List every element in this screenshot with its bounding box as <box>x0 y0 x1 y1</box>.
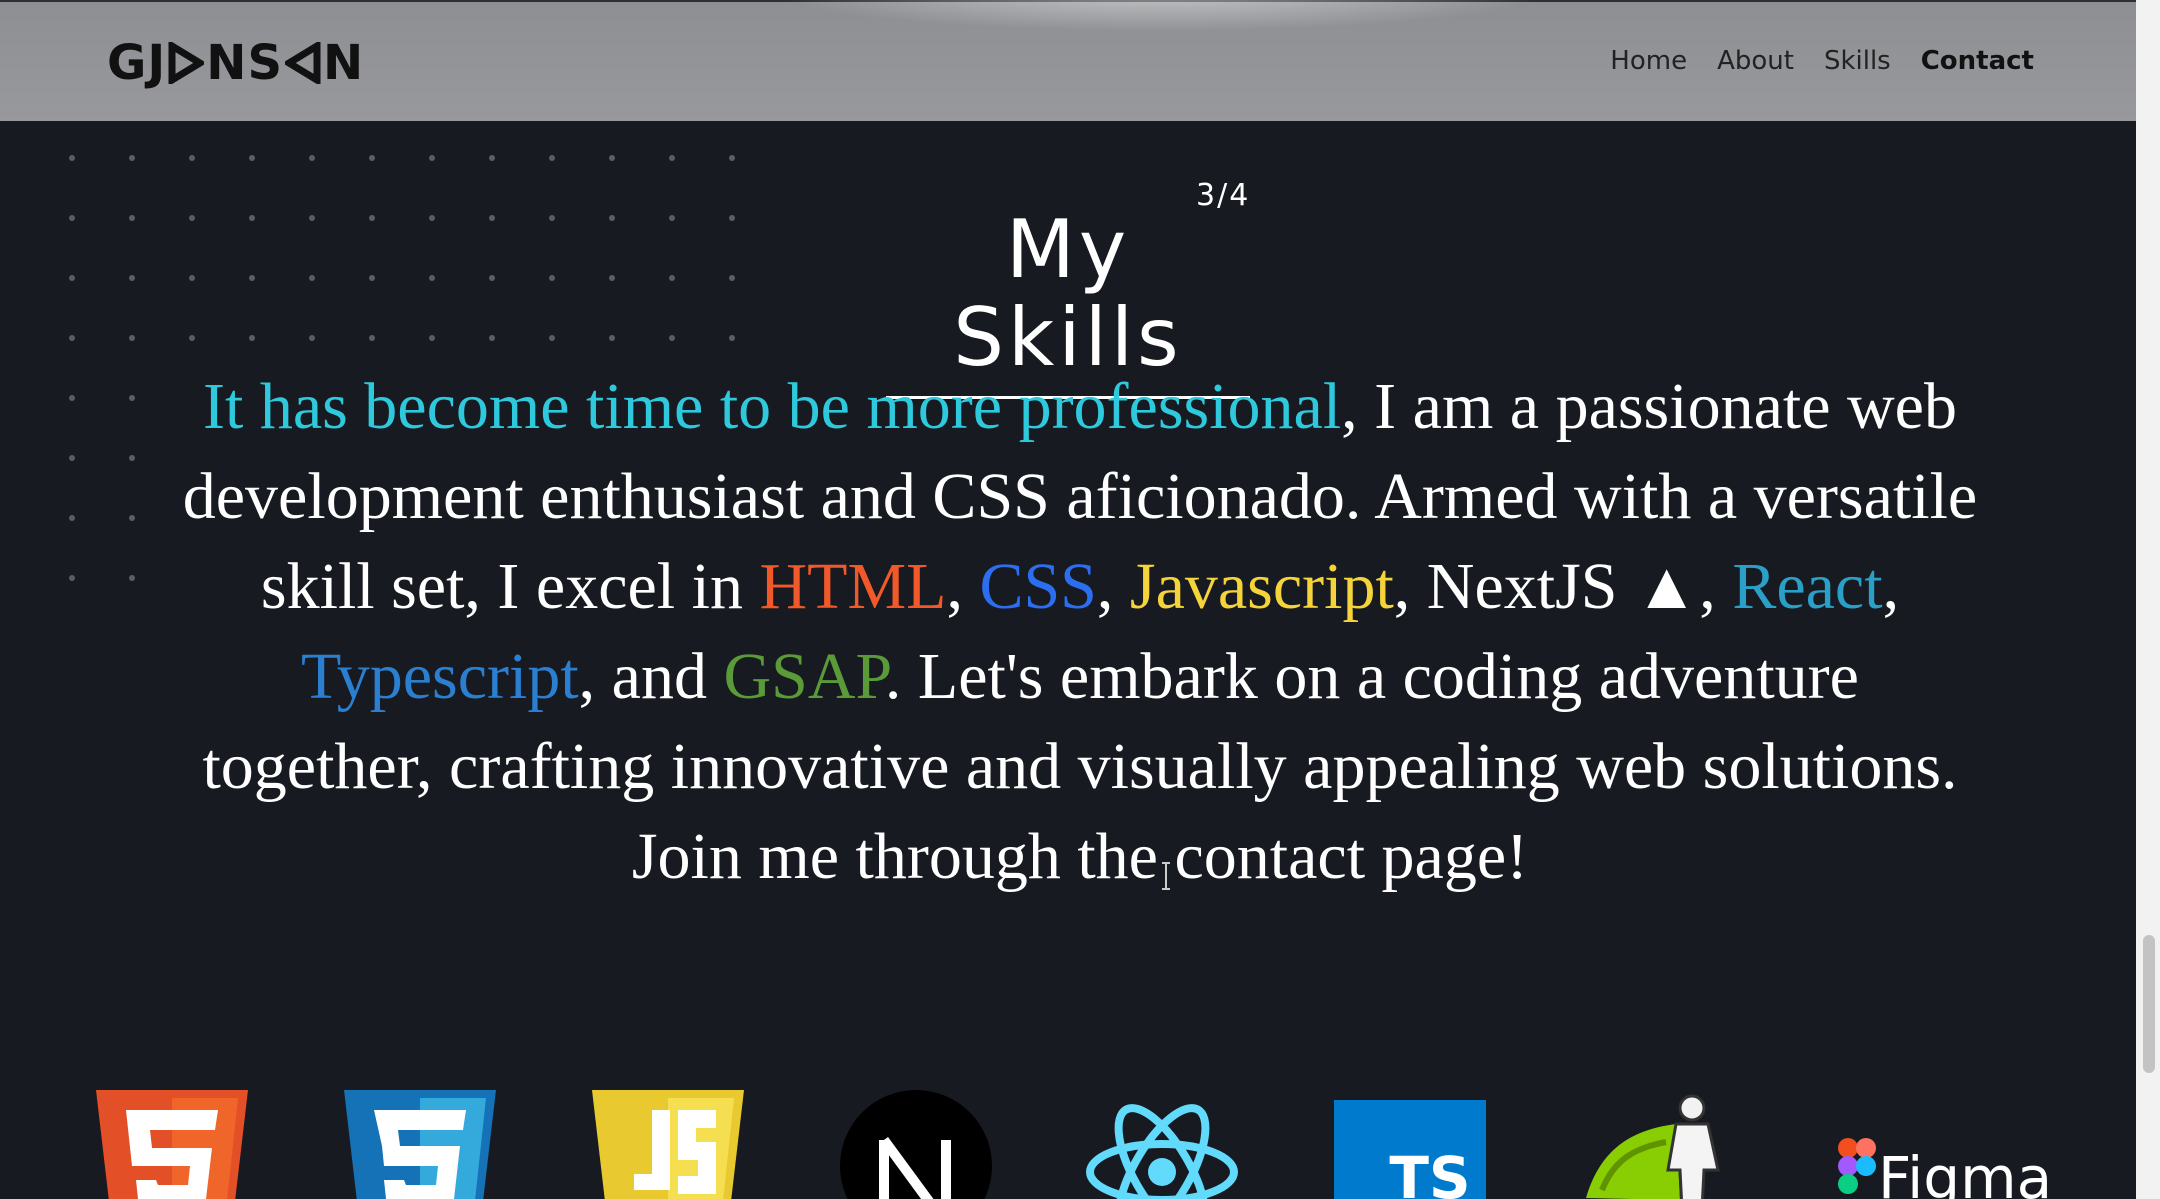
grid-dot <box>729 275 735 281</box>
logo-right-triangle-icon <box>168 42 205 84</box>
grid-dot <box>669 335 675 341</box>
html5-icon[interactable] <box>96 1090 248 1199</box>
grid-dot <box>189 275 195 281</box>
grid-dot <box>549 215 555 221</box>
grid-dot <box>189 215 195 221</box>
grid-dot <box>69 275 75 281</box>
skill-html: HTML <box>759 550 947 623</box>
logo-text-right: N <box>323 35 365 91</box>
grid-dot <box>129 455 135 461</box>
grid-dot <box>189 155 195 161</box>
tech-icon-row: TS Figma <box>0 1090 2136 1199</box>
grid-dot <box>249 215 255 221</box>
grid-dot <box>69 155 75 161</box>
grid-dot <box>249 275 255 281</box>
grid-dot <box>549 335 555 341</box>
grid-dot <box>549 155 555 161</box>
javascript-icon[interactable] <box>592 1090 744 1199</box>
figma-icon[interactable]: Figma <box>1828 1090 2048 1199</box>
grid-dot <box>369 335 375 341</box>
grid-dot <box>669 275 675 281</box>
grid-dot <box>609 275 615 281</box>
grid-dot <box>369 155 375 161</box>
skill-typescript: Typescript <box>301 640 579 713</box>
section-title: My Skills <box>953 203 1183 384</box>
grid-dot <box>489 155 495 161</box>
grid-dot <box>129 275 135 281</box>
grid-dot <box>309 275 315 281</box>
skill-gsap: GSAP <box>723 640 885 713</box>
scrollbar-thumb[interactable] <box>2143 935 2155 1073</box>
grid-dot <box>609 155 615 161</box>
grid-dot <box>429 215 435 221</box>
nextjs-icon[interactable] <box>840 1090 992 1199</box>
typescript-icon[interactable]: TS <box>1334 1090 1486 1199</box>
grid-dot <box>129 395 135 401</box>
nav-about-link[interactable]: About <box>1717 46 1794 76</box>
grid-dot <box>729 215 735 221</box>
grid-dot <box>369 215 375 221</box>
nav-contact-link[interactable]: Contact <box>1921 46 2034 76</box>
top-navbar: GJ NS N Home About Skills Contact <box>0 0 2136 121</box>
figma-icon-text: Figma <box>1878 1144 2048 1199</box>
grid-dot <box>69 215 75 221</box>
grid-dot <box>129 515 135 521</box>
nav-skills-link[interactable]: Skills <box>1824 46 1891 76</box>
grid-dot <box>369 275 375 281</box>
bio-intro: It has become time to be more profession… <box>203 370 1342 443</box>
grid-dot <box>669 215 675 221</box>
grid-dot <box>129 335 135 341</box>
grid-dot <box>189 335 195 341</box>
grid-dot <box>489 335 495 341</box>
grid-dot <box>729 155 735 161</box>
typescript-icon-text: TS <box>1389 1144 1470 1199</box>
bio-sep-5: , and <box>578 640 724 713</box>
grid-dot <box>249 155 255 161</box>
grid-dot <box>549 275 555 281</box>
grid-dot <box>429 155 435 161</box>
main-nav: Home About Skills Contact <box>1610 46 2034 76</box>
grid-dot <box>429 335 435 341</box>
site-logo[interactable]: GJ NS N <box>107 35 365 91</box>
gsap-icon[interactable] <box>1580 1090 1732 1199</box>
skills-description: It has become time to be more profession… <box>180 362 1980 902</box>
grid-dot <box>669 155 675 161</box>
grid-dot <box>69 395 75 401</box>
grid-dot <box>609 335 615 341</box>
text-cursor-icon <box>1162 862 1170 890</box>
grid-dot <box>309 335 315 341</box>
skill-css: CSS <box>979 550 1097 623</box>
grid-dot <box>729 335 735 341</box>
grid-dot <box>69 335 75 341</box>
skill-react: React <box>1732 550 1883 623</box>
page-scrollbar[interactable] <box>2136 0 2160 1199</box>
css3-icon[interactable] <box>344 1090 496 1199</box>
grid-dot <box>609 215 615 221</box>
grid-dot <box>489 275 495 281</box>
header-glow <box>760 0 1560 32</box>
grid-dot <box>69 575 75 581</box>
bio-sep-4: , <box>1882 550 1900 623</box>
grid-dot <box>129 575 135 581</box>
skill-javascript: Javascript <box>1129 550 1394 623</box>
grid-dot <box>129 155 135 161</box>
logo-text-left: GJ <box>107 35 167 91</box>
grid-dot <box>69 455 75 461</box>
grid-dot <box>129 215 135 221</box>
grid-dot <box>429 275 435 281</box>
logo-left-triangle-icon <box>285 42 321 84</box>
nav-home-link[interactable]: Home <box>1610 46 1687 76</box>
grid-dot <box>69 515 75 521</box>
grid-dot <box>489 215 495 221</box>
logo-text-mid: NS <box>206 35 284 91</box>
grid-dot <box>309 215 315 221</box>
grid-dot <box>249 335 255 341</box>
bio-sep-3: , NextJS ▲, <box>1393 550 1716 623</box>
react-icon[interactable] <box>1086 1090 1238 1199</box>
grid-dot <box>309 155 315 161</box>
bio-sep-1: , <box>946 550 980 623</box>
bio-sep-2: , <box>1096 550 1130 623</box>
